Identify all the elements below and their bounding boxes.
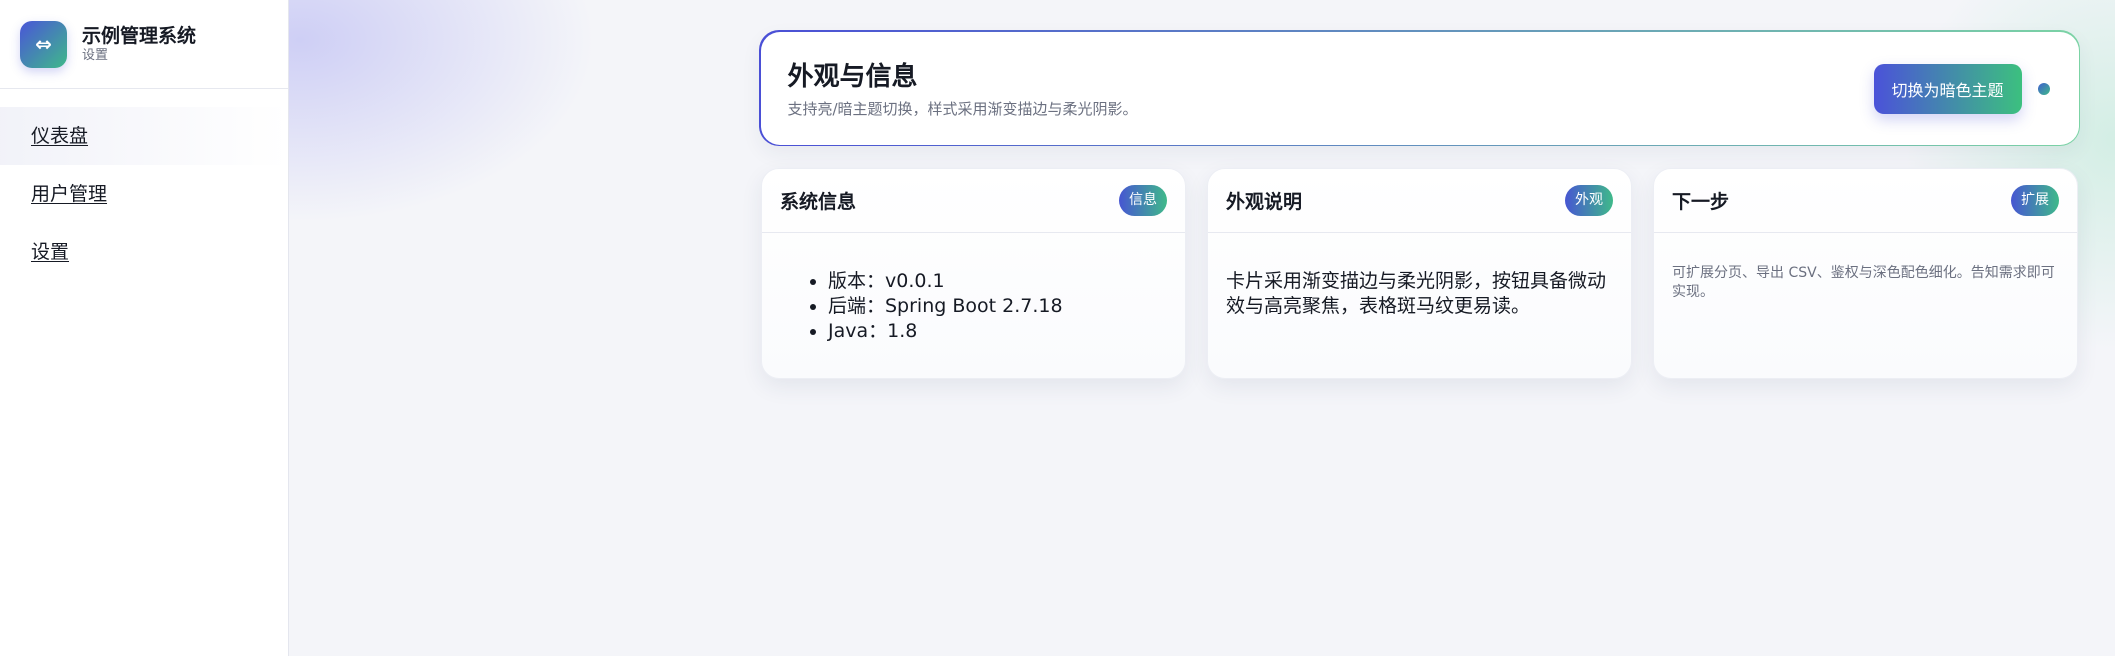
sidebar-item-dashboard[interactable]: 仪表盘	[0, 107, 288, 165]
appearance-header-card: 外观与信息 支持亮/暗主题切换，样式采用渐变描边与柔光阴影。 切换为暗色主题	[759, 30, 2080, 146]
brand-text: 示例管理系统 设置	[82, 24, 196, 64]
java-item: Java：1.8	[828, 319, 1167, 344]
sidebar: ⇔ 示例管理系统 设置 仪表盘 用户管理 设置	[0, 0, 289, 656]
sidebar-nav: 仪表盘 用户管理 设置	[0, 89, 288, 281]
app-logo-icon: ⇔	[20, 20, 67, 68]
card-header: 系统信息 信息	[762, 169, 1185, 233]
header-card-content: 外观与信息 支持亮/暗主题切换，样式采用渐变描边与柔光阴影。 切换为暗色主题	[760, 31, 2079, 145]
appearance-badge: 外观	[1565, 185, 1613, 216]
appearance-card: 外观说明 外观 卡片采用渐变描边与柔光阴影，按钮具备微动效与高亮聚焦，表格斑马纹…	[1207, 168, 1632, 379]
next-steps-card: 下一步 扩展 可扩展分页、导出 CSV、鉴权与深色配色细化。告知需求即可实现。	[1653, 168, 2078, 379]
card-header: 下一步 扩展	[1654, 169, 2077, 233]
next-steps-description: 可扩展分页、导出 CSV、鉴权与深色配色细化。告知需求即可实现。	[1672, 265, 2055, 300]
system-info-list: 版本：v0.0.1 后端：Spring Boot 2.7.18 Java：1.8	[780, 233, 1167, 344]
card-body: 可扩展分页、导出 CSV、鉴权与深色配色细化。告知需求即可实现。	[1654, 233, 2077, 302]
card-header: 外观说明 外观	[1208, 169, 1631, 233]
card-body: 版本：v0.0.1 后端：Spring Boot 2.7.18 Java：1.8	[762, 233, 1185, 344]
appearance-description: 卡片采用渐变描边与柔光阴影，按钮具备微动效与高亮聚焦，表格斑马纹更易读。	[1226, 270, 1607, 317]
status-dot-icon	[2037, 82, 2050, 95]
brand: ⇔ 示例管理系统 设置	[0, 0, 288, 89]
card-title: 下一步	[1672, 191, 1730, 213]
card-title: 外观说明	[1226, 191, 1303, 213]
card-title: 系统信息	[780, 191, 857, 213]
app-subtitle: 设置	[82, 48, 109, 63]
system-info-card: 系统信息 信息 版本：v0.0.1 后端：Spring Boot 2.7.18 …	[761, 168, 1186, 379]
card-body: 卡片采用渐变描边与柔光阴影，按钮具备微动效与高亮聚焦，表格斑马纹更易读。	[1208, 233, 1631, 319]
toggle-dark-theme-button[interactable]: 切换为暗色主题	[1873, 63, 2022, 114]
info-badge: 信息	[1119, 185, 1167, 216]
app-title: 示例管理系统	[82, 25, 197, 47]
sidebar-item-settings[interactable]: 设置	[0, 223, 288, 281]
sidebar-item-users[interactable]: 用户管理	[0, 165, 288, 223]
version-item: 版本：v0.0.1	[828, 269, 1167, 294]
extend-badge: 扩展	[2011, 185, 2059, 216]
backend-item: 后端：Spring Boot 2.7.18	[828, 294, 1167, 319]
